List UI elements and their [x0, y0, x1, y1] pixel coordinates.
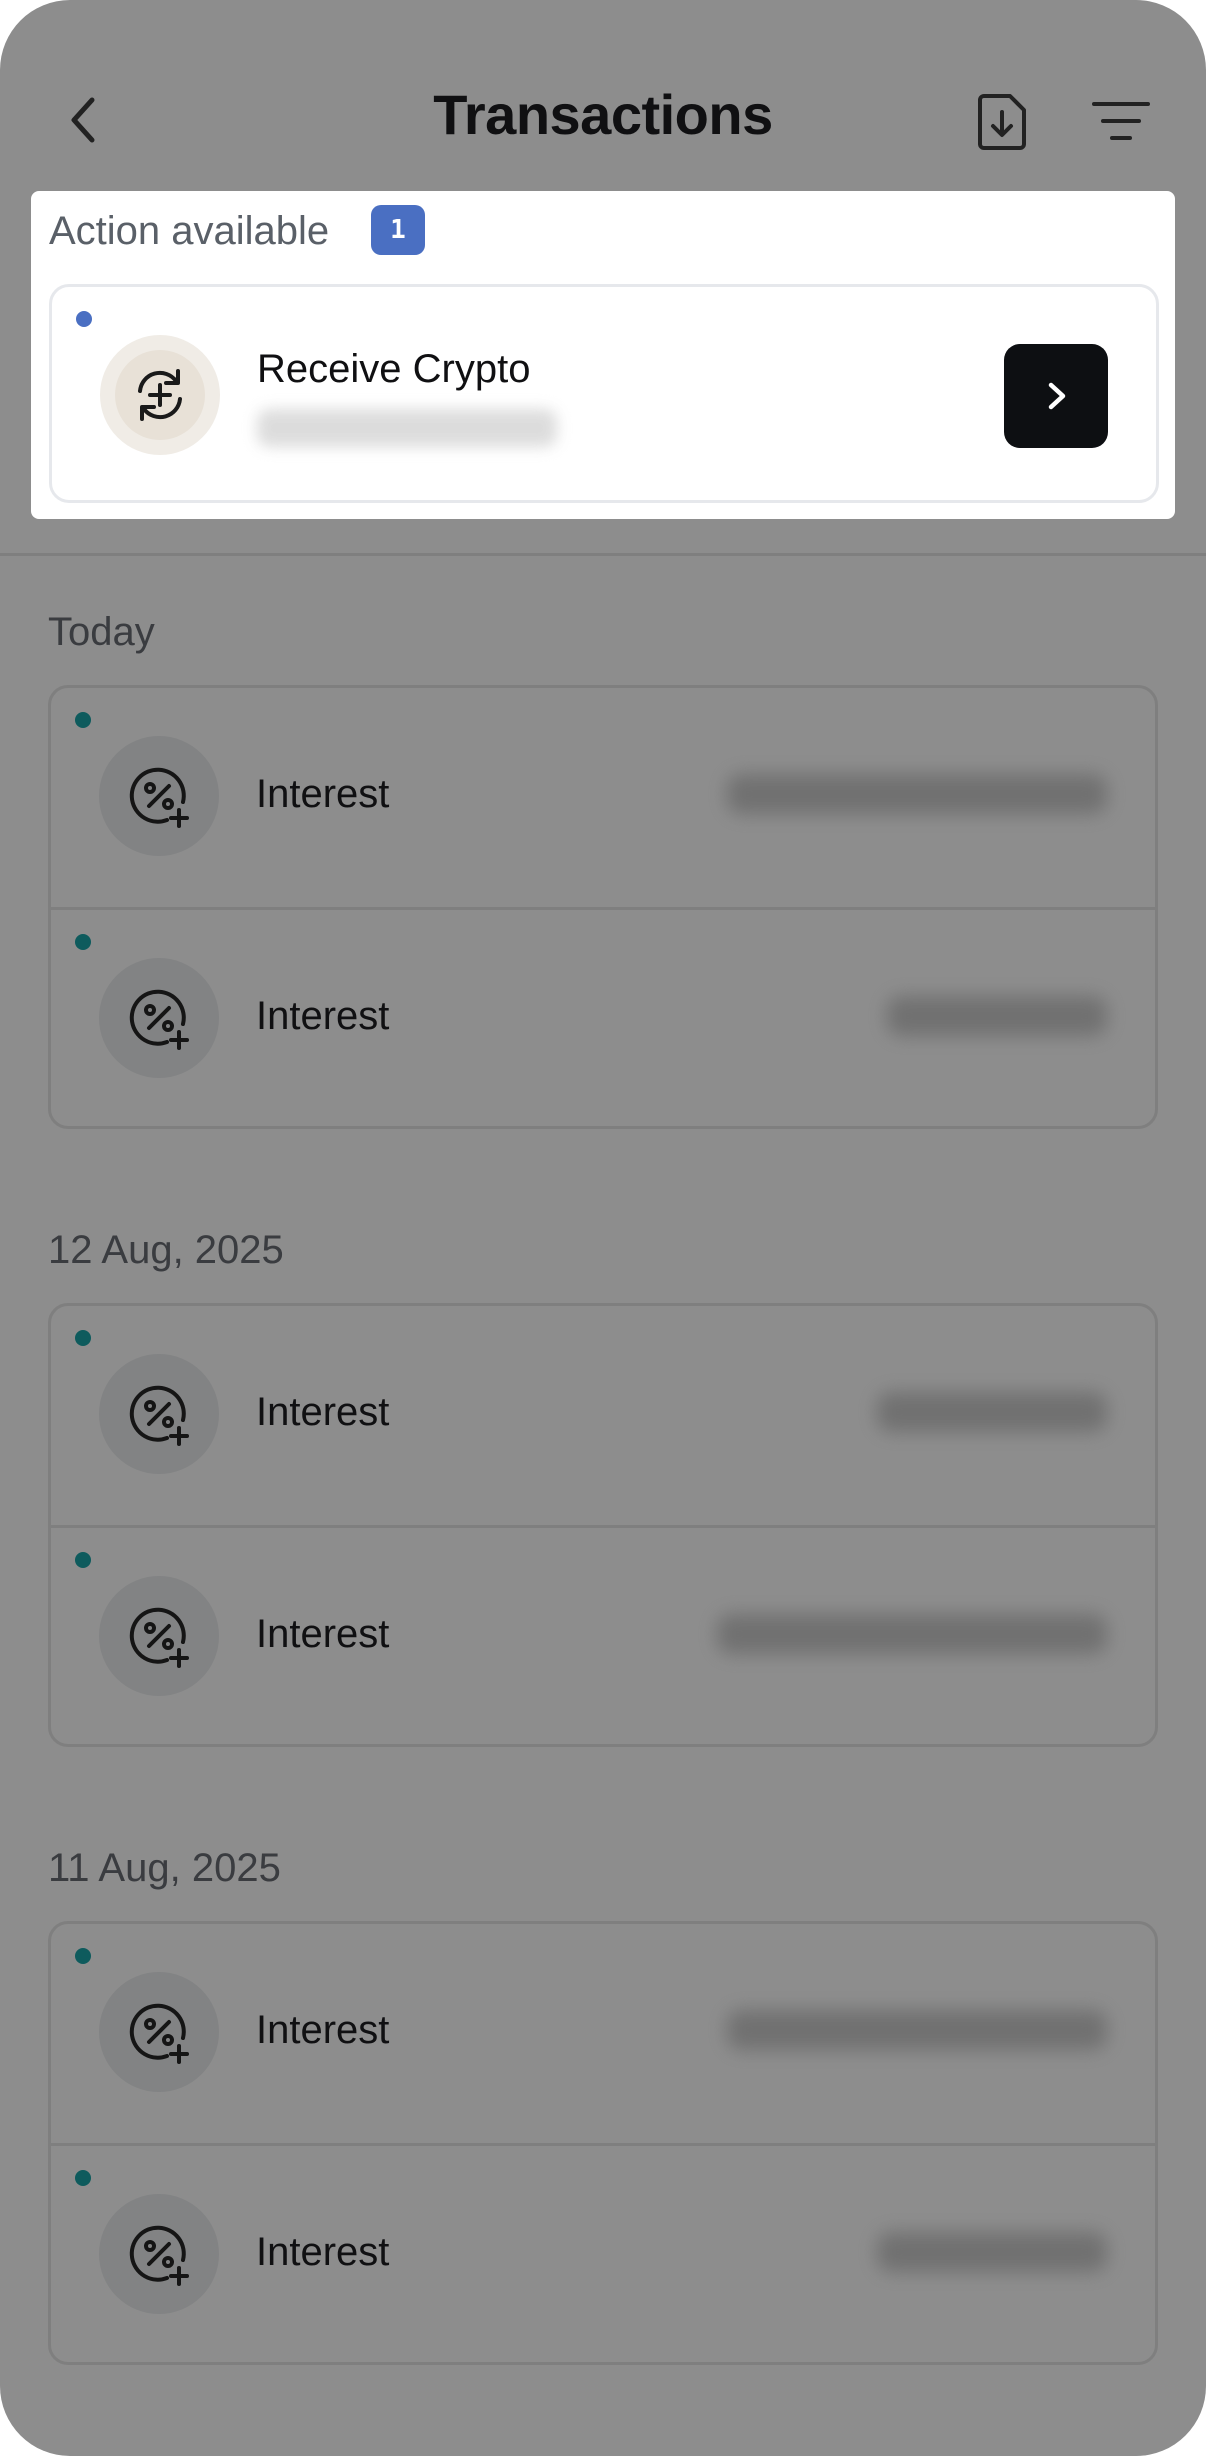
transaction-group: Interest Interest — [48, 1303, 1158, 1747]
blurred-amount — [727, 2010, 1107, 2050]
percent-plus-icon — [129, 989, 189, 1050]
transaction-row[interactable]: Interest — [51, 688, 1155, 907]
transaction-title: Interest — [256, 2230, 390, 2274]
date-header: 11 Aug, 2025 — [48, 1846, 281, 1890]
interest-icon-container — [99, 1972, 219, 2092]
download-statement-button[interactable] — [974, 90, 1030, 154]
receive-crypto-card[interactable]: Receive Crypto — [49, 284, 1159, 503]
blurred-amount — [877, 2232, 1107, 2272]
date-header: 12 Aug, 2025 — [48, 1228, 284, 1272]
percent-plus-icon — [129, 2225, 189, 2286]
transaction-title: Interest — [256, 1612, 390, 1656]
status-dot — [75, 1552, 91, 1568]
interest-icon-container — [99, 1576, 219, 1696]
percent-plus-icon — [129, 1385, 189, 1446]
status-dot — [75, 934, 91, 950]
interest-icon-container — [99, 2194, 219, 2314]
action-count-badge: 1 — [371, 205, 425, 255]
percent-plus-icon — [129, 767, 189, 828]
action-available-heading: Action available — [49, 209, 330, 253]
unread-dot — [76, 311, 92, 327]
blurred-address — [257, 409, 557, 447]
blurred-amount — [717, 1614, 1107, 1654]
transaction-title: Interest — [256, 994, 390, 1038]
open-action-button[interactable] — [1004, 344, 1108, 448]
percent-plus-icon — [129, 1607, 189, 1668]
transaction-row[interactable]: Interest — [51, 1924, 1155, 2143]
status-dot — [75, 1330, 91, 1346]
section-divider — [0, 553, 1206, 556]
transaction-row[interactable]: Interest — [51, 1306, 1155, 1525]
transaction-group: Interest Interest — [48, 1921, 1158, 2365]
interest-icon-container — [99, 736, 219, 856]
filter-lines-icon — [1092, 102, 1150, 140]
interest-icon-container — [99, 1354, 219, 1474]
transaction-row[interactable]: Interest — [51, 2143, 1155, 2362]
receive-crypto-title: Receive Crypto — [257, 347, 531, 391]
percent-plus-icon — [129, 2003, 189, 2064]
interest-icon-container — [99, 958, 219, 1078]
crypto-icon-container — [100, 335, 220, 455]
transaction-title: Interest — [256, 2008, 390, 2052]
status-dot — [75, 1948, 91, 1964]
action-available-panel: Action available 1 Receive Crypto — [31, 191, 1175, 519]
transaction-title: Interest — [256, 772, 390, 816]
date-header: Today — [48, 610, 155, 654]
blurred-amount — [877, 1392, 1107, 1432]
chevron-right-icon — [1048, 382, 1066, 410]
transaction-row[interactable]: Interest — [51, 1525, 1155, 1744]
transaction-title: Interest — [256, 1390, 390, 1434]
filter-button[interactable] — [1090, 96, 1152, 146]
transaction-row[interactable]: Interest — [51, 907, 1155, 1126]
blurred-amount — [727, 774, 1107, 814]
status-dot — [75, 712, 91, 728]
crypto-exchange-icon — [138, 369, 182, 421]
phone-screen: Transactions Action available 1 Receive … — [0, 0, 1206, 2456]
file-download-icon — [978, 94, 1026, 150]
blurred-amount — [887, 996, 1107, 1036]
transaction-group: Interest Interest — [48, 685, 1158, 1129]
top-app-bar: Transactions — [0, 0, 1206, 190]
status-dot — [75, 2170, 91, 2186]
